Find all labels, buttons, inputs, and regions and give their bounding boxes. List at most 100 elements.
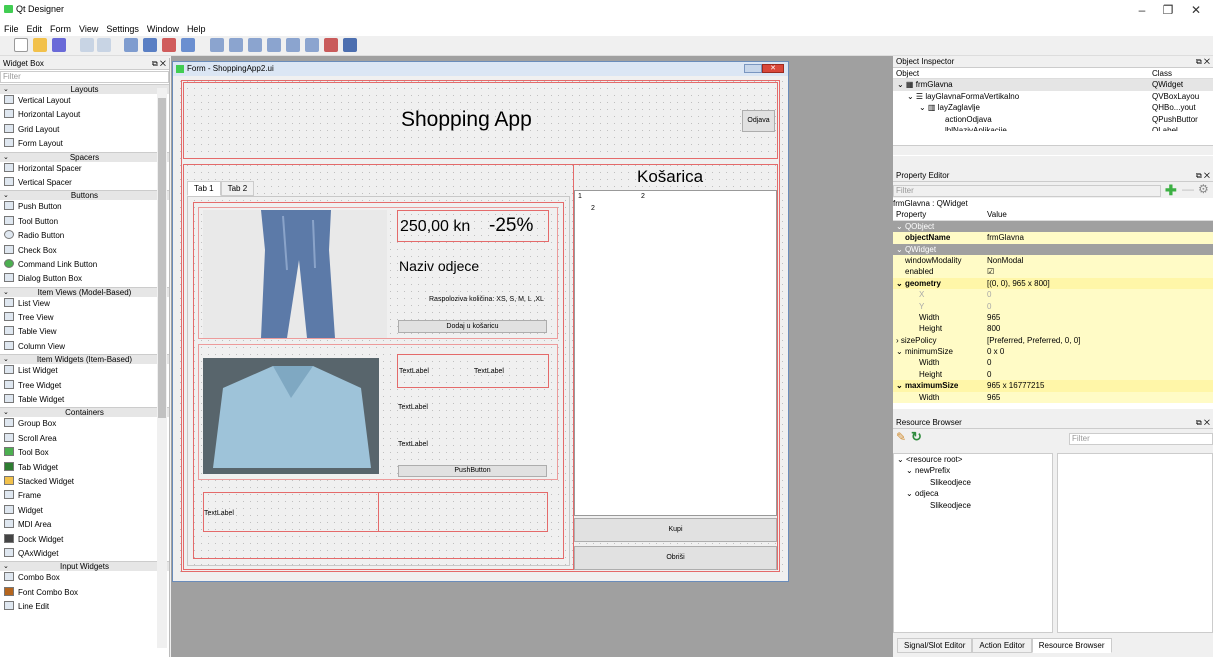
save-icon[interactable] <box>52 38 66 52</box>
menu-edit[interactable]: Edit <box>23 22 47 36</box>
category-item-widgets[interactable]: ⌄ Item Widgets (Item-Based) <box>0 354 169 365</box>
add-property-icon[interactable]: ✚ <box>1165 182 1177 199</box>
form-minimize-button[interactable] <box>744 64 762 73</box>
widget-item[interactable]: Form Layout <box>0 137 169 151</box>
widget-item[interactable]: Tree Widget <box>0 379 169 393</box>
widget-item[interactable]: Frame <box>0 489 169 503</box>
property-row[interactable]: Height 800 <box>893 323 1213 335</box>
widget-item[interactable]: Horizontal Layout <box>0 108 169 122</box>
form-layout-icon[interactable] <box>286 38 300 52</box>
property-row[interactable]: X0 <box>893 289 1213 301</box>
dock-float-close-icon[interactable]: ⧉ ✕ <box>1196 56 1210 68</box>
widget-box-scrollbar[interactable] <box>157 88 167 648</box>
reload-icon[interactable]: ↻ <box>911 429 922 445</box>
category-buttons[interactable]: ⌄ Buttons <box>0 190 169 201</box>
menu-settings[interactable]: Settings <box>102 22 143 36</box>
tab-resource-browser[interactable]: Resource Browser <box>1031 638 1112 653</box>
property-group[interactable]: ⌄ QObject <box>893 220 1213 233</box>
widget-item[interactable]: Grid Layout <box>0 123 169 137</box>
edit-widgets-icon[interactable] <box>124 38 138 52</box>
widget-item[interactable]: Column View <box>0 340 169 354</box>
push-button[interactable]: PushButton <box>398 465 547 477</box>
property-row[interactable]: › sizePolicy [Preferred, Preferred, 0, 0] <box>893 334 1213 347</box>
widget-item[interactable]: Push Button <box>0 200 169 214</box>
tab-action-editor[interactable]: Action Editor <box>972 638 1032 653</box>
widget-item[interactable]: Widget <box>0 504 169 518</box>
widget-item[interactable]: List View <box>0 297 169 311</box>
property-row[interactable]: ⌄ minimumSize 0 x 0 <box>893 346 1213 358</box>
grid-layout-icon[interactable] <box>305 38 319 52</box>
widget-item[interactable]: Line Edit <box>0 600 169 614</box>
menu-file[interactable]: File <box>0 22 23 36</box>
logout-button[interactable]: Odjava <box>742 110 775 132</box>
bring-to-front-icon[interactable] <box>97 38 111 52</box>
break-layout-icon[interactable] <box>324 38 338 52</box>
widget-item[interactable]: Tab Widget <box>0 461 169 475</box>
horizontal-splitter-icon[interactable] <box>248 38 262 52</box>
property-row[interactable]: Height 0 <box>893 368 1213 381</box>
tab-1[interactable]: Tab 1 <box>187 181 221 196</box>
widget-item[interactable]: QAxWidget <box>0 547 169 561</box>
tab-2[interactable]: Tab 2 <box>220 181 255 196</box>
property-row[interactable]: windowModality NonModal <box>893 254 1213 267</box>
edit-buddies-icon[interactable] <box>162 38 176 52</box>
tree-row[interactable]: ⌄ ☰ layGlavnaFormaVertikalno QVBoxLayou <box>893 91 1213 102</box>
property-row[interactable]: objectName frmGlavna <box>893 232 1213 244</box>
property-row[interactable]: Width 965 <box>893 391 1213 404</box>
widget-item[interactable]: Vertical Layout <box>0 94 169 108</box>
cart-list[interactable]: 1 2 2 <box>574 190 777 516</box>
dock-float-close-icon[interactable]: ⧉ ✕ <box>1196 170 1210 182</box>
dock-float-close-icon[interactable]: ⧉ ✕ <box>1196 417 1210 429</box>
widget-item[interactable]: Radio Button <box>0 229 169 243</box>
resource-view[interactable] <box>1057 453 1213 633</box>
property-row[interactable]: enabled ☑ <box>893 266 1213 278</box>
menu-window[interactable]: Window <box>143 22 183 36</box>
scrollbar-thumb[interactable] <box>158 98 166 418</box>
edit-signals-icon[interactable] <box>143 38 157 52</box>
menu-help[interactable]: Help <box>183 22 210 36</box>
widget-item[interactable]: Tool Button <box>0 215 169 229</box>
tree-row[interactable]: ⌄ ▥ layZaglavlje QHBo...yout <box>893 102 1213 113</box>
remove-property-icon[interactable]: — <box>1182 182 1194 196</box>
widget-item[interactable]: Command Link Button <box>0 258 169 272</box>
vertical-splitter-icon[interactable] <box>267 38 281 52</box>
widget-item[interactable]: Tree View <box>0 311 169 325</box>
form-close-button[interactable]: ✕ <box>762 64 784 73</box>
category-layouts[interactable]: ⌄ Layouts <box>0 84 169 94</box>
property-row[interactable]: Y0 <box>893 300 1213 312</box>
delete-button[interactable]: Obriši <box>574 546 777 570</box>
tree-row[interactable]: ⌄ ▦ frmGlavna QWidget <box>893 79 1213 91</box>
tree-row[interactable]: actionOdjava QPushButtor <box>893 114 1213 125</box>
widget-item[interactable]: Scroll Area <box>0 432 169 446</box>
widget-item[interactable]: Font Combo Box <box>0 586 169 600</box>
widget-item[interactable]: Stacked Widget <box>0 475 169 489</box>
buy-button[interactable]: Kupi <box>574 518 777 542</box>
new-form-icon[interactable] <box>14 38 28 52</box>
category-spacers[interactable]: ⌄ Spacers <box>0 151 169 162</box>
widget-item[interactable]: Table Widget <box>0 393 169 407</box>
dock-float-close-icon[interactable]: ⧉ ✕ <box>152 58 166 70</box>
menu-form[interactable]: Form <box>46 22 75 36</box>
property-row[interactable]: ⌄ maximumSize 965 x 16777215 <box>893 380 1213 392</box>
tab-signal-slot-editor[interactable]: Signal/Slot Editor <box>897 638 973 653</box>
send-to-back-icon[interactable] <box>80 38 94 52</box>
widget-item[interactable]: Dialog Button Box <box>0 272 169 286</box>
maximize-button[interactable]: ❐ <box>1153 3 1183 17</box>
widget-item[interactable]: Combo Box <box>0 571 169 585</box>
add-to-cart-button[interactable]: Dodaj u košaricu <box>398 320 547 333</box>
property-row[interactable]: ⌄ geometry [(0, 0), 965 x 800] <box>893 277 1213 290</box>
open-icon[interactable] <box>33 38 47 52</box>
adjust-size-icon[interactable] <box>343 38 357 52</box>
property-filter-input[interactable]: Filter <box>893 185 1161 197</box>
category-item-views[interactable]: ⌄ Item Views (Model-Based) <box>0 286 169 297</box>
widget-item[interactable]: Vertical Spacer <box>0 176 169 190</box>
lay-out-horizontally-icon[interactable] <box>210 38 224 52</box>
close-button[interactable]: ✕ <box>1181 3 1211 17</box>
widget-item[interactable]: MDI Area <box>0 518 169 532</box>
edit-resources-icon[interactable]: ✎ <box>896 430 906 444</box>
property-row[interactable]: Width 965 <box>893 311 1213 324</box>
resource-tree[interactable]: ⌄ <resource root> ⌄ newPrefix Slikeodjec… <box>893 453 1053 633</box>
widget-filter-input[interactable]: Filter <box>0 71 169 83</box>
tree-row[interactable]: lblNazivAplikacije QLabel <box>893 125 1213 131</box>
configure-icon[interactable]: ⚙ <box>1198 182 1209 196</box>
